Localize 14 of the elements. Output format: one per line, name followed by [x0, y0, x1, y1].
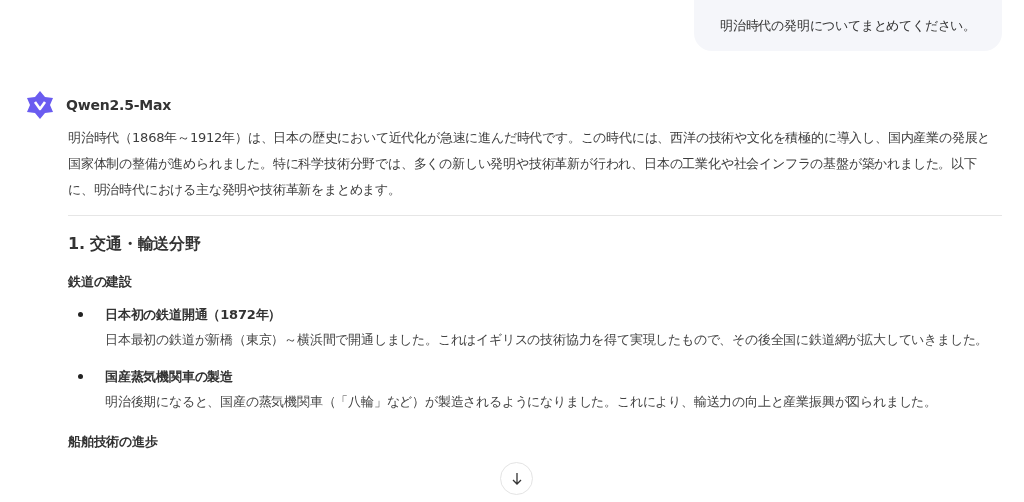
user-message: 明治時代の発明についてまとめてください。	[694, 0, 1002, 51]
bullet-icon	[78, 374, 83, 379]
item-title: 日本初の鉄道開通（1872年）	[105, 306, 283, 324]
item-text: 明治後期になると、国産の蒸気機関車（「八輪」など）が製造されるようになりました。これにより、輸送力の向上と産業振興が図られました。	[105, 393, 937, 411]
intro-paragraph: 明治時代（1868年～1912年）は、日本の歴史において近代化が急速に進んだ時代です。この時代には、西洋の技術や文化を積極的に導入し、国内産業の発展と国家体制の整備が進められました。特に科学技術分野では、多くの新しい発明や技術革新が行われ、日本の工業化や社会インフラの基盤が築かれました。以下に、明治時代における主な発明や技術革新をまとめます。	[68, 129, 992, 199]
subsection-heading: 船舶技術の進歩	[68, 433, 159, 451]
bullet-icon	[78, 312, 83, 317]
item-text: 日本最初の鉄道が新橋（東京）～横浜間で開通しました。これはイギリスの技術協力を得て実現したもので、その後全国に鉄道網が拡大していきました。	[105, 331, 989, 349]
subsection-heading: 鉄道の建設	[68, 273, 133, 291]
section-heading: 1. 交通・輸送分野	[68, 234, 202, 255]
scroll-down-button[interactable]	[500, 462, 533, 495]
assistant-name: Qwen2.5-Max	[66, 97, 172, 113]
logo-icon	[24, 89, 56, 121]
item-title: 国産蒸気機関車の製造	[105, 368, 234, 386]
